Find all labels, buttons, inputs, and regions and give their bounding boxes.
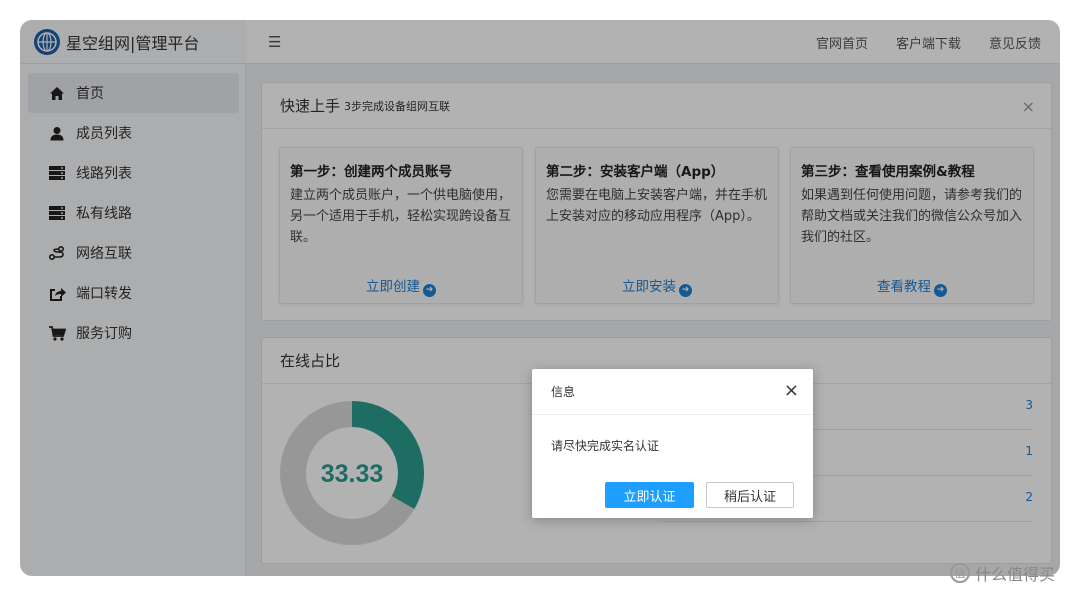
dialog-header: 信息	[532, 369, 813, 415]
dialog-message: 请尽快完成实名认证	[551, 439, 660, 453]
watermark: 值 什么值得买	[950, 562, 1055, 584]
verify-later-button[interactable]: 稍后认证	[706, 482, 794, 508]
dialog-title: 信息	[551, 385, 576, 399]
watermark-logo-icon: 值	[950, 563, 970, 583]
app-window: 星空组网|管理平台 ☰ 官网首页 客户端下载 意见反馈 首页 成员列表 线路列表…	[20, 20, 1060, 576]
verify-now-button[interactable]: 立即认证	[605, 482, 694, 508]
close-icon[interactable]: ×	[784, 380, 799, 401]
watermark-text: 什么值得买	[975, 565, 1056, 584]
info-dialog: 信息 × 请尽快完成实名认证 立即认证 稍后认证	[532, 369, 813, 518]
